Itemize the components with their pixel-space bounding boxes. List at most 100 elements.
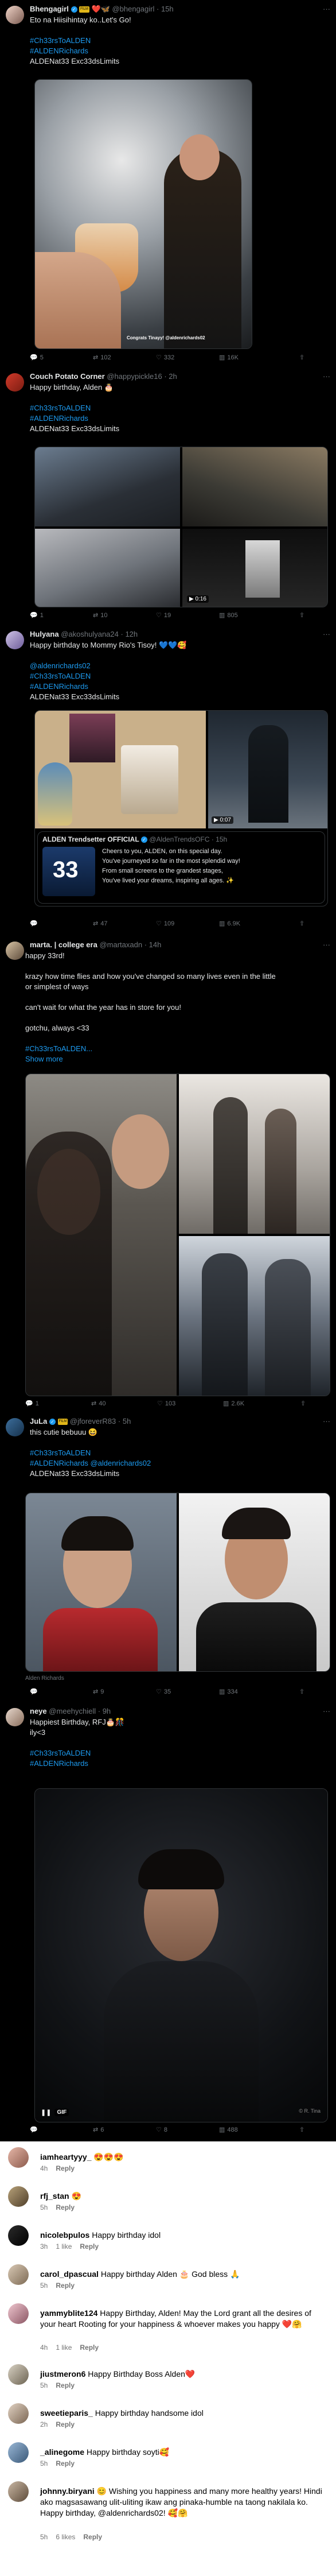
hashtag-link[interactable]: #Ch33rsToALDEN bbox=[30, 671, 328, 681]
author-name[interactable]: Hulyana bbox=[30, 630, 59, 638]
mention-link[interactable]: @aldenrichards02 bbox=[30, 661, 328, 671]
photo-crowd-3[interactable] bbox=[35, 529, 180, 607]
share-button[interactable]: ⇧ bbox=[299, 920, 304, 927]
pause-icon[interactable]: ❚❚ bbox=[41, 2109, 51, 2116]
hashtag-link[interactable]: #ALDENRichards bbox=[30, 1758, 328, 1769]
tweet-media-grid[interactable]: ▶ 0:16 bbox=[34, 447, 328, 607]
tweet-6[interactable]: neye @meehychiell · 9h ··· Happiest Birt… bbox=[0, 1702, 336, 2142]
author-handle[interactable]: @happypickle16 bbox=[107, 372, 162, 381]
avatar[interactable] bbox=[6, 373, 24, 392]
photo-armor[interactable] bbox=[179, 1236, 330, 1396]
timestamp[interactable]: 14h bbox=[149, 940, 162, 949]
share-button[interactable]: ⇧ bbox=[299, 1688, 304, 1695]
avatar[interactable] bbox=[8, 2364, 29, 2385]
tweet-3[interactable]: Hulyana @akoshulyana24 · 12h ··· Happy b… bbox=[0, 625, 336, 936]
photo-group[interactable] bbox=[179, 1074, 330, 1234]
reply-button[interactable]: 💬 1 bbox=[30, 611, 44, 619]
avatar[interactable] bbox=[6, 6, 24, 24]
author-handle[interactable]: @akoshulyana24 bbox=[61, 630, 119, 638]
author-name[interactable]: neye bbox=[30, 1707, 47, 1715]
share-button[interactable]: ⇧ bbox=[299, 611, 304, 619]
author-name[interactable]: Couch Potato Corner bbox=[30, 372, 105, 381]
reply-button[interactable]: Reply bbox=[80, 2343, 99, 2352]
share-button[interactable]: ⇧ bbox=[299, 354, 304, 361]
tweet-media-grid[interactable] bbox=[25, 1074, 330, 1396]
hashtag-link[interactable]: #ALDENRichards bbox=[30, 681, 328, 692]
tweet-5[interactable]: JuLa ✓ FILM @jforeverR83 · 5h ··· this c… bbox=[0, 1412, 336, 1703]
quote-author-handle[interactable]: @AldenTrendsOFC bbox=[149, 835, 209, 843]
hashtag-link[interactable]: #Ch33rsToALDEN bbox=[30, 403, 328, 413]
reply-button[interactable]: 💬 bbox=[30, 1688, 40, 1695]
like-button[interactable]: ♡ 35 bbox=[156, 1688, 171, 1696]
reply-button[interactable]: Reply bbox=[56, 2164, 75, 2172]
timestamp[interactable]: 12h bbox=[125, 630, 138, 638]
timestamp[interactable]: 5h bbox=[123, 1417, 131, 1425]
quote-author-name[interactable]: ALDEN Trendsetter OFFICIAL bbox=[42, 835, 139, 843]
timestamp[interactable]: 2h bbox=[169, 372, 177, 381]
avatar[interactable] bbox=[6, 631, 24, 649]
views-button[interactable]: ▥ 334 bbox=[219, 1688, 238, 1696]
quote-tweet[interactable]: ALDEN Trendsetter OFFICIAL ✓ @AldenTrend… bbox=[37, 831, 325, 904]
author-handle[interactable]: @meehychiell bbox=[49, 1707, 96, 1715]
share-button[interactable]: ⇧ bbox=[300, 1400, 306, 1407]
avatar[interactable] bbox=[8, 2403, 29, 2424]
tweet-gif[interactable]: © R. Tina ❚❚ GIF bbox=[34, 1788, 328, 2122]
show-more-link[interactable]: Show more bbox=[25, 1054, 328, 1064]
comment-username[interactable]: nicolebpulos bbox=[40, 2230, 89, 2240]
tweet-photo[interactable]: Congrats Tinayy! @aldenrichards02 bbox=[34, 79, 252, 349]
avatar[interactable] bbox=[6, 1708, 24, 1726]
retweet-button[interactable]: ⇄ 10 bbox=[93, 611, 107, 619]
avatar[interactable] bbox=[6, 942, 24, 960]
author-name[interactable]: Bhengagirl bbox=[30, 5, 69, 13]
tweet-2[interactable]: Couch Potato Corner @happypickle16 · 2h … bbox=[0, 367, 336, 626]
photo-child[interactable] bbox=[26, 1493, 177, 1671]
tweet-media[interactable]: ▶ 0:07 ALDEN Trendsetter OFFICIAL ✓ @Ald… bbox=[34, 710, 328, 907]
reply-button[interactable]: Reply bbox=[56, 2203, 75, 2211]
like-button[interactable]: ♡ 19 bbox=[156, 611, 171, 619]
author-name[interactable]: JuLa bbox=[30, 1417, 47, 1425]
hashtag-link[interactable]: #ALDENRichards bbox=[30, 413, 328, 424]
avatar[interactable] bbox=[8, 2303, 29, 2324]
share-button[interactable]: ⇧ bbox=[299, 2126, 304, 2133]
more-icon[interactable]: ··· bbox=[323, 372, 330, 381]
timestamp[interactable]: 15h bbox=[161, 5, 174, 13]
tweet-1[interactable]: Bhengagirl ✓ FILM ❤️🦋 @bhengagirl · 15h … bbox=[0, 0, 336, 368]
author-name[interactable]: marta. | college era bbox=[30, 940, 97, 949]
hashtag-link[interactable]: #Ch33rsToALDEN bbox=[30, 1448, 328, 1458]
more-icon[interactable]: ··· bbox=[323, 940, 330, 949]
reply-button[interactable]: Reply bbox=[56, 2281, 75, 2290]
avatar[interactable] bbox=[8, 2186, 29, 2207]
avatar[interactable] bbox=[8, 2264, 29, 2285]
views-button[interactable]: ▥ 16K bbox=[219, 354, 239, 362]
quote-thumbnail[interactable]: 33 bbox=[42, 847, 95, 896]
reply-button[interactable]: 💬 bbox=[30, 2126, 40, 2133]
comment-username[interactable]: _alinegome bbox=[40, 2447, 84, 2457]
comment-username[interactable]: carol_dpascual bbox=[40, 2269, 99, 2279]
like-button[interactable]: ♡ 109 bbox=[156, 920, 174, 928]
retweet-button[interactable]: ⇄ 47 bbox=[93, 920, 107, 928]
avatar[interactable] bbox=[8, 2442, 29, 2463]
author-handle[interactable]: @martaxadn bbox=[99, 940, 142, 949]
views-button[interactable]: ▥ 805 bbox=[219, 611, 238, 619]
comment-username[interactable]: jiustmeron6 bbox=[40, 2369, 85, 2379]
reply-button[interactable]: Reply bbox=[83, 2533, 102, 2541]
more-icon[interactable]: ··· bbox=[323, 630, 330, 638]
photo-collage[interactable] bbox=[35, 711, 206, 828]
tweet-4[interactable]: marta. | college era @martaxadn · 14h ··… bbox=[0, 936, 336, 1413]
comment-username[interactable]: sweetieparis_ bbox=[40, 2408, 93, 2418]
hashtag-link[interactable]: #Ch33rsToALDEN bbox=[30, 1748, 328, 1758]
hashtag-link[interactable]: #Ch33rsToALDEN bbox=[30, 36, 328, 46]
retweet-button[interactable]: ⇄ 40 bbox=[91, 1400, 106, 1408]
like-button[interactable]: ♡ 8 bbox=[156, 2126, 167, 2134]
reply-button[interactable]: Reply bbox=[56, 2381, 75, 2389]
reply-button[interactable]: Reply bbox=[56, 2459, 75, 2467]
comment-username[interactable]: iamheartyyy_ bbox=[40, 2152, 92, 2161]
comment-likes[interactable]: 1 like bbox=[56, 2242, 72, 2250]
avatar[interactable] bbox=[8, 2481, 29, 2502]
retweet-button[interactable]: ⇄ 102 bbox=[93, 354, 111, 362]
timestamp[interactable]: 9h bbox=[103, 1707, 111, 1715]
avatar[interactable] bbox=[8, 2147, 29, 2168]
comment-likes[interactable]: 6 likes bbox=[56, 2533, 75, 2541]
comment-username[interactable]: rfj_stan bbox=[40, 2191, 69, 2201]
avatar[interactable] bbox=[8, 2225, 29, 2246]
